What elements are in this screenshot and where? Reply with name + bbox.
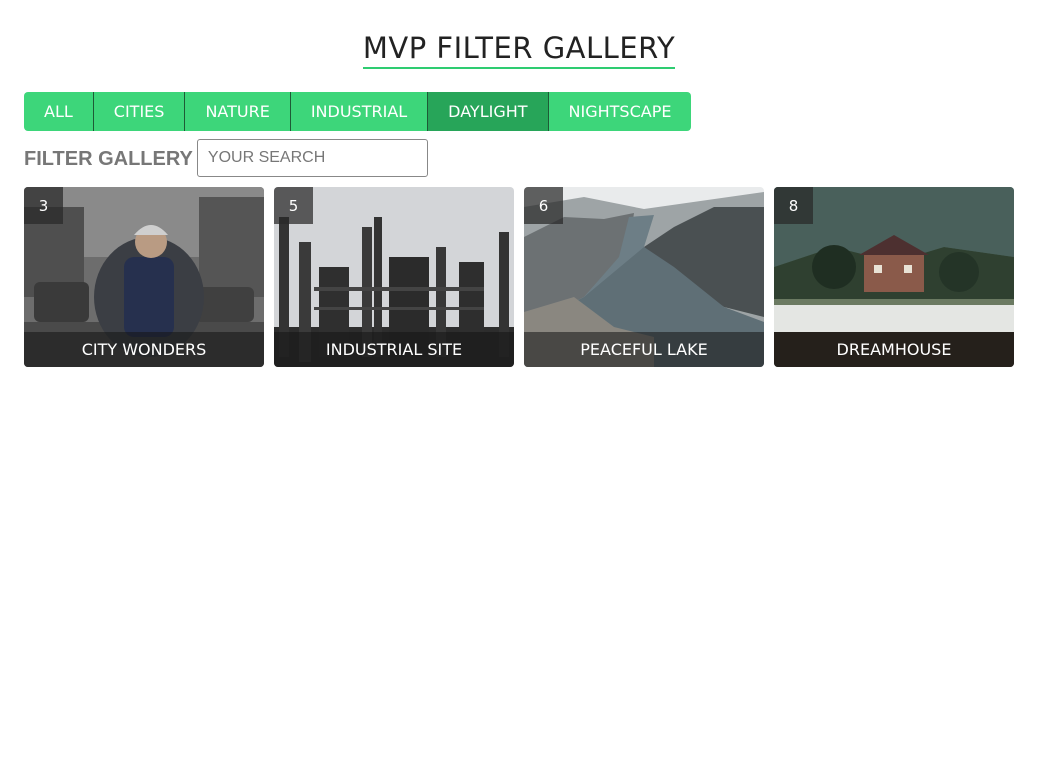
gallery-card[interactable]: 8 DREAMHOUSE	[774, 187, 1014, 367]
filter-cities-button[interactable]: CITIES	[93, 92, 186, 131]
card-id-badge: 3	[24, 187, 63, 224]
gallery: 3 CITY WONDERS 5 INDUSTRIAL SITE 6 PEACE…	[24, 187, 1014, 367]
card-caption: PEACEFUL LAKE	[524, 332, 764, 367]
search-label: FILTER GALLERY	[24, 147, 193, 170]
filter-daylight-button[interactable]: DAYLIGHT	[428, 92, 549, 131]
card-id-badge: 8	[774, 187, 813, 224]
filter-nature-button[interactable]: NATURE	[185, 92, 291, 131]
filter-all-button[interactable]: ALL	[24, 92, 94, 131]
search-row: FILTER GALLERY	[24, 138, 428, 178]
search-input[interactable]	[196, 139, 428, 177]
card-caption: DREAMHOUSE	[774, 332, 1014, 367]
gallery-card[interactable]: 6 PEACEFUL LAKE	[524, 187, 764, 367]
filter-industrial-button[interactable]: INDUSTRIAL	[290, 92, 429, 131]
gallery-card[interactable]: 5 INDUSTRIAL SITE	[274, 187, 514, 367]
card-caption: CITY WONDERS	[24, 332, 264, 367]
card-id-badge: 5	[274, 187, 313, 224]
filter-bar: ALL CITIES NATURE INDUSTRIAL DAYLIGHT NI…	[24, 92, 692, 131]
filter-nightscape-button[interactable]: NIGHTSCAPE	[548, 92, 692, 131]
card-caption: INDUSTRIAL SITE	[274, 332, 514, 367]
gallery-card[interactable]: 3 CITY WONDERS	[24, 187, 264, 367]
card-id-badge: 6	[524, 187, 563, 224]
page-title: MVP FILTER GALLERY	[362, 30, 676, 69]
header: MVP FILTER GALLERY	[0, 30, 1038, 69]
